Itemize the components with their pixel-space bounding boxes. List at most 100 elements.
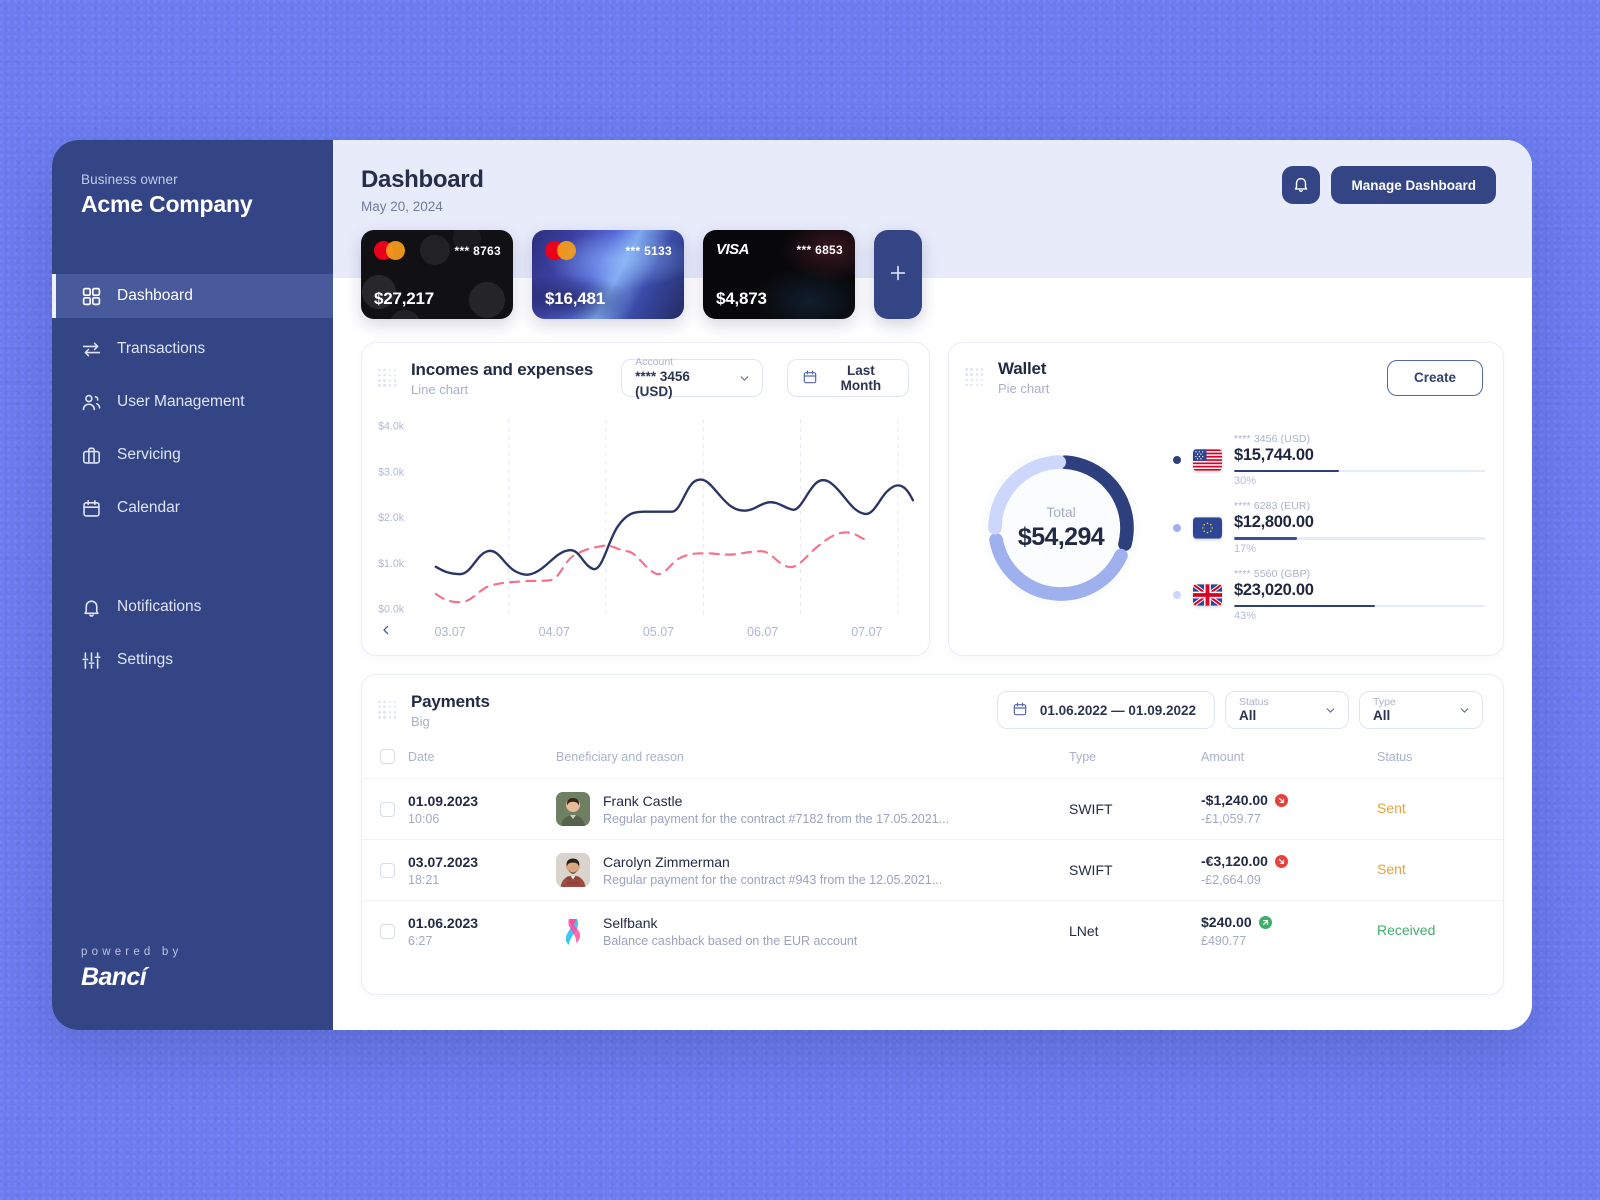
chevron-left-icon (380, 623, 392, 641)
sidebar-item-settings[interactable]: Settings (52, 638, 333, 682)
payment-amount: $240.00 (1201, 914, 1252, 930)
beneficiary-name: Frank Castle (603, 792, 683, 809)
svg-text:$2.0k: $2.0k (378, 512, 405, 524)
wallet-account-amount: $15,744.00 (1234, 445, 1314, 464)
x-tick: 07.07 (851, 625, 883, 639)
sidebar-item-notifications[interactable]: Notifications (52, 585, 333, 629)
wallet-account-item[interactable]: **** 6283 (EUR) $12,800.00 17% (1173, 500, 1485, 555)
chart-titles: Incomes and expenses Line chart (411, 360, 593, 397)
calendar-icon (802, 369, 818, 388)
sliders-icon (81, 650, 102, 671)
business-role-label: Business owner (81, 172, 178, 187)
sidebar-item-label: Notifications (117, 598, 202, 615)
payment-time: 10:06 (408, 811, 440, 826)
avatar (556, 853, 590, 887)
bell-icon (81, 597, 102, 618)
visa-icon: VISA (716, 241, 750, 258)
drag-handle-icon[interactable] (965, 368, 984, 387)
payment-card[interactable]: VISA *** 6853 $4,873 (703, 230, 855, 319)
x-tick: 05.07 (642, 625, 675, 639)
payment-card[interactable]: *** 5133 $16,481 (532, 230, 684, 319)
cell-beneficiary: Carolyn Zimmerman Regular payment for th… (556, 839, 1069, 901)
create-wallet-button[interactable]: Create (1386, 359, 1483, 396)
sidebar-item-user-management[interactable]: User Management (52, 380, 333, 424)
row-select-cell (362, 839, 408, 901)
select-all-checkbox[interactable] (380, 749, 395, 764)
notifications-button[interactable] (1282, 166, 1321, 204)
sidebar-item-calendar[interactable]: Calendar (52, 486, 333, 530)
x-tick: 04.07 (538, 625, 570, 639)
wallet-account-number: **** 5560 (GBP) (1234, 567, 1311, 580)
wallet-accounts-list: **** 3456 (USD) $15,744.00 30% **** 6283… (1167, 433, 1485, 622)
chart-prev-button[interactable] (374, 623, 398, 641)
panel-subtitle: Line chart (411, 381, 469, 397)
card-number: *** 6853 (796, 242, 843, 257)
add-card-button[interactable] (874, 230, 922, 319)
wallet-account-percent: 30% (1234, 475, 1257, 488)
wallet-account-item[interactable]: **** 5560 (GBP) $23,020.00 43% (1173, 567, 1485, 622)
wallet-panel: Wallet Pie chart Create Total $54,294 **… (948, 342, 1504, 656)
incomes-expenses-panel: Incomes and expenses Line chart Account … (361, 342, 930, 656)
chart-x-axis: 03.07 04.07 05.07 06.07 07.07 (362, 623, 929, 655)
brand-block: Business owner Acme Company (52, 140, 333, 218)
sidebar-item-servicing[interactable]: Servicing (52, 433, 333, 477)
status-filter-select[interactable]: Status All (1225, 691, 1349, 729)
powered-by-label: powered by (81, 946, 183, 958)
main-area: Dashboard May 20, 2024 Manage Dashboard (333, 140, 1532, 1030)
status-filter-value: All (1239, 708, 1257, 724)
table-row[interactable]: 03.07.2023 18:21 Carolyn Zimmerman Regul… (362, 839, 1503, 901)
x-axis-ticks: 03.07 04.07 05.07 06.07 07.07 (398, 625, 919, 639)
drag-handle-icon[interactable] (378, 700, 397, 720)
mastercard-icon (545, 241, 576, 260)
avatar (556, 914, 590, 948)
account-select[interactable]: Account **** 3456 (USD) (621, 356, 763, 399)
payment-type: LNet (1069, 900, 1201, 961)
date-range-picker[interactable]: 01.06.2022 — 01.09.2022 (996, 691, 1215, 729)
manage-dashboard-button[interactable]: Manage Dashboard (1331, 166, 1496, 204)
briefcase-icon (81, 445, 102, 466)
row-checkbox[interactable] (380, 862, 395, 878)
payments-panel: Payments Big 01.06.2022 — 01.09.2022 Sta… (361, 674, 1504, 995)
payment-card[interactable]: *** 8763 $27,217 (361, 230, 513, 319)
sidebar-item-label: Servicing (117, 446, 181, 463)
wallet-account-item[interactable]: **** 3456 (USD) $15,744.00 30% (1173, 433, 1485, 488)
wallet-account-info: **** 5560 (GBP) $23,020.00 43% (1234, 567, 1485, 622)
transfer-icon (81, 339, 102, 360)
sidebar-item-label: Dashboard (117, 287, 193, 304)
row-select-cell (362, 778, 408, 840)
status-badge: Received (1377, 922, 1436, 938)
cell-date: 01.09.2023 10:06 (408, 778, 556, 840)
line-chart-svg: $4.0k $3.0k $2.0k $1.0k $0.0k (378, 419, 915, 619)
legend-dot-icon (1173, 456, 1181, 464)
card-amount: $27,217 (374, 289, 435, 308)
vertical-gridlines (508, 419, 899, 619)
header-actions: Manage Dashboard (1282, 166, 1496, 204)
beneficiary-block: Frank Castle Regular payment for the con… (603, 793, 949, 826)
account-select-label: Account (635, 356, 674, 369)
wallet-account-info: **** 3456 (USD) $15,744.00 30% (1234, 433, 1485, 488)
payments-panel-header: Payments Big 01.06.2022 — 01.09.2022 Sta… (362, 675, 1503, 743)
drag-handle-icon[interactable] (378, 368, 397, 388)
beneficiary-reason: Regular payment for the contract #943 fr… (603, 872, 943, 887)
type-filter-select[interactable]: Type All (1359, 691, 1483, 729)
period-filter-button[interactable]: Last Month (786, 359, 909, 397)
column-header-beneficiary: Beneficiary and reason (556, 749, 684, 764)
legend-dot-icon (1173, 523, 1181, 532)
row-checkbox[interactable] (380, 801, 395, 817)
page-title: Dashboard (361, 166, 484, 193)
wallet-progress-bar (1234, 604, 1485, 608)
table-row[interactable]: 01.09.2023 10:06 Frank Castle Regular pa… (362, 778, 1503, 840)
sidebar-item-dashboard[interactable]: Dashboard (52, 274, 333, 318)
table-row[interactable]: 01.06.2023 6:27 Selfbank Balance cashbac… (362, 900, 1503, 961)
payment-amount-secondary: -£1,059.77 (1201, 812, 1261, 826)
panel-title: Incomes and expenses (411, 359, 594, 379)
wallet-panel-header: Wallet Pie chart Create (949, 343, 1503, 410)
incoming-arrow-icon (1258, 915, 1272, 929)
column-header-amount: Amount (1201, 749, 1245, 764)
page-date: May 20, 2024 (361, 199, 443, 214)
sidebar-item-transactions[interactable]: Transactions (52, 327, 333, 371)
x-tick: 06.07 (747, 625, 779, 639)
svg-text:$4.0k: $4.0k (378, 420, 405, 432)
row-checkbox[interactable] (380, 923, 395, 939)
